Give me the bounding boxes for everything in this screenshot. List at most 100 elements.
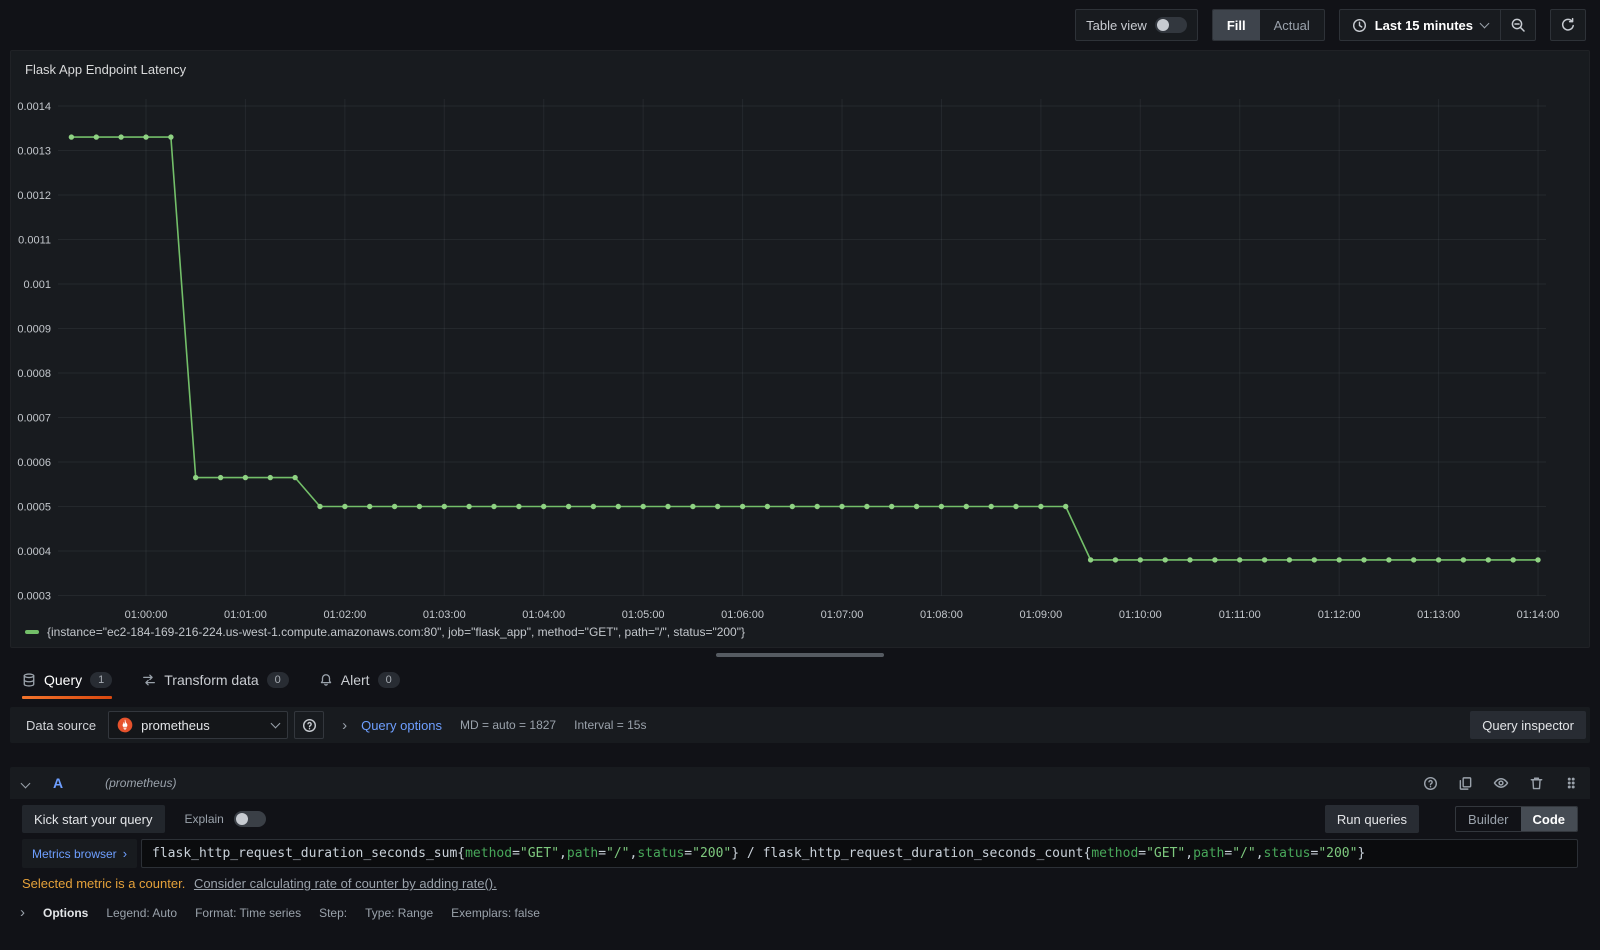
max-data-points-text: MD = auto = 1827 [460,718,557,732]
query-toolbar-row: Kick start your query Explain Run querie… [10,805,1590,833]
tab-query-count: 1 [90,672,113,688]
delete-query-trash-icon[interactable] [1529,776,1544,791]
prometheus-icon [117,717,133,733]
options-toggle-label[interactable]: Options [43,906,88,920]
svg-text:0.0004: 0.0004 [17,546,51,558]
query-ref-id: A [53,775,64,791]
run-queries-button[interactable]: Run queries [1324,805,1420,833]
builder-code-group: Builder Code [1455,806,1578,832]
chevron-down-icon [270,718,281,729]
query-expression-row: Metrics browser › flask_http_request_dur… [10,839,1590,868]
collapse-query-chevron-icon[interactable] [20,778,31,788]
interval-text: Interval = 15s [574,718,647,732]
datasource-value: prometheus [141,717,210,733]
explain-control: Explain [185,811,266,827]
panel-title[interactable]: Flask App Endpoint Latency [11,51,200,77]
editor-tabs: Query 1 Transform data 0 Alert 0 [0,661,1600,699]
table-view-toggle[interactable] [1154,17,1187,33]
panel-editor-toolbar: Table view Fill Actual Last 15 minutes [0,0,1600,50]
drag-handle-icon[interactable] [1564,776,1578,790]
actual-button[interactable]: Actual [1260,10,1324,40]
table-view-label: Table view [1086,17,1147,33]
option-legend: Legend: Auto [106,905,178,920]
datasource-picker[interactable]: prometheus [108,711,289,739]
tab-alert-count: 0 [377,672,400,688]
code-mode-button[interactable]: Code [1520,807,1577,831]
svg-text:01:11:00: 01:11:00 [1219,609,1261,621]
svg-text:01:14:00: 01:14:00 [1517,609,1560,621]
tab-query-label: Query [44,672,83,688]
svg-text:01:04:00: 01:04:00 [522,609,565,621]
metrics-browser-button[interactable]: Metrics browser › [22,839,138,868]
refresh-icon [1561,17,1574,31]
legend-item[interactable]: {instance="ec2-184-169-216-224.us-west-1… [25,625,745,639]
svg-text:0.0005: 0.0005 [17,502,51,514]
tab-alert[interactable]: Alert 0 [319,661,400,699]
warning-hint-link[interactable]: Consider calculating rate of counter by … [194,876,497,891]
query-row-header: A (prometheus) [10,767,1590,799]
query-options-summary-row: › Options Legend: Auto Format: Time seri… [10,905,1590,920]
refresh-control [1550,9,1586,41]
timeseries-panel: Flask App Endpoint Latency 0.0014 0.0013 0… [10,50,1590,648]
legend-series-swatch [25,630,39,634]
svg-text:01:08:00: 01:08:00 [920,609,963,621]
svg-text:0.0007: 0.0007 [17,413,51,425]
explain-label: Explain [184,812,224,826]
angle-right-icon: › [122,846,128,861]
svg-text:0.0014: 0.0014 [17,101,51,113]
refresh-button[interactable] [1551,10,1585,40]
query-options-label: Query options [361,717,443,733]
help-circle-icon[interactable] [1423,776,1438,791]
hide-query-eye-icon[interactable] [1493,775,1509,791]
fill-button[interactable]: Fill [1212,10,1260,40]
zoom-out-button[interactable] [1501,10,1535,40]
datasource-label: Data source [26,717,97,733]
angle-right-icon[interactable]: › [20,905,25,920]
fill-actual-group: Fill Actual [1211,9,1325,41]
svg-text:0.0011: 0.0011 [18,235,51,247]
svg-text:01:00:00: 01:00:00 [125,609,168,621]
datasource-help-button[interactable] [294,711,325,739]
angle-right-icon: › [342,716,348,734]
tab-transform-count: 0 [266,672,289,688]
option-exemplars: Exemplars: false [451,905,540,920]
svg-text:0.0008: 0.0008 [17,368,51,380]
query-actions [1423,775,1578,791]
svg-text:01:03:00: 01:03:00 [423,609,466,621]
counter-warning-row: Selected metric is a counter. Consider c… [10,876,1590,891]
svg-text:01:05:00: 01:05:00 [622,609,665,621]
kick-start-query-button[interactable]: Kick start your query [22,805,165,833]
query-options-toggle[interactable]: › Query options [342,718,442,733]
time-range-label: Last 15 minutes [1374,17,1473,33]
duplicate-query-icon[interactable] [1458,776,1473,791]
query-editor-section: Data source prometheus › Query options M… [0,699,1600,920]
time-picker-group: Last 15 minutes [1338,9,1536,41]
metrics-browser-label: Metrics browser [32,846,117,861]
promql-expression-input[interactable]: flask_http_request_duration_seconds_sum{… [141,839,1578,868]
table-view-control: Table view [1075,9,1198,41]
bell-icon [320,674,331,686]
chevron-down-icon [1479,18,1490,29]
svg-text:01:13:00: 01:13:00 [1417,609,1460,621]
builder-mode-button[interactable]: Builder [1456,807,1520,831]
datasource-row: Data source prometheus › Query options M… [10,707,1590,743]
svg-text:01:12:00: 01:12:00 [1318,609,1361,621]
help-circle-icon [302,718,316,732]
option-step: Step: [319,905,348,920]
time-range-picker[interactable]: Last 15 minutes [1340,10,1500,40]
panel-editor-splitter-handle[interactable] [716,653,884,657]
option-format: Format: Time series [195,905,302,920]
zoom-out-icon [1511,18,1525,32]
svg-text:0.0009: 0.0009 [17,324,51,336]
query-datasource-hint: (prometheus) [105,776,177,790]
tab-query[interactable]: Query 1 [22,661,113,699]
query-inspector-button[interactable]: Query inspector [1470,711,1586,739]
clock-icon [1352,18,1366,32]
svg-text:0.0006: 0.0006 [17,457,51,469]
svg-text:0.0003: 0.0003 [17,591,51,603]
svg-text:01:02:00: 01:02:00 [323,609,366,621]
timeseries-chart: 0.0014 0.0013 0.0012 0.0011 0.001 0.0009 0.000… [17,99,1560,621]
warning-text: Selected metric is a counter. [22,876,186,891]
tab-transform-data[interactable]: Transform data 0 [142,661,289,699]
explain-toggle[interactable] [233,811,266,827]
